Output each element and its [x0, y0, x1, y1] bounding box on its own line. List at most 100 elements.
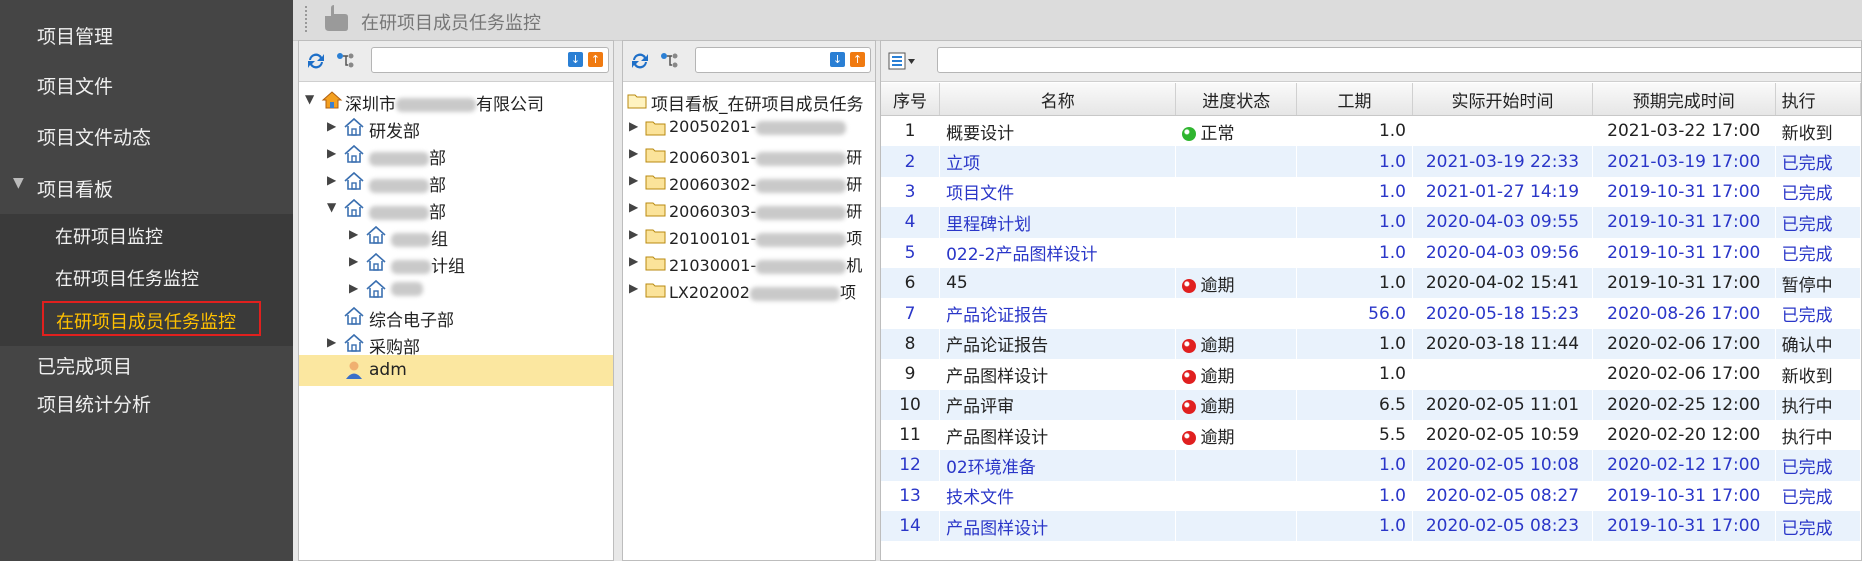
cell-status: 逾期 [1176, 420, 1297, 450]
org-tree-panel: ↓ ↑ ▼ 深圳市 有限公司 ▶ 研发部 ▶ 部 ▶ 部 ▼ 部 ▶ 组 ▶ 计组 ▶ 综合电子部 ▶ 采购部 adm [298, 40, 614, 561]
cell-duration: 1.0 [1378, 181, 1406, 202]
cell-status [1176, 481, 1297, 511]
company-icon [321, 91, 343, 109]
cell-no: 6 [881, 267, 940, 299]
cell-no: 11 [899, 425, 921, 446]
col-header-duration[interactable]: 工期 [1296, 83, 1413, 116]
cell-start: 2020-02-05 10:59 [1425, 425, 1580, 446]
table-row[interactable]: 9 产品图样设计 逾期 1.0 2020-02-06 17:00 新收到 [881, 359, 1861, 389]
table-row[interactable]: 6 45 逾期 1.0 2020-04-02 15:41 2019-10-31 17:00… [881, 267, 1861, 299]
nav-sub-member-task-monitor[interactable]: 在研项目成员任务监控 [42, 301, 261, 336]
folder-code: 20060301- [669, 148, 757, 167]
cell-status [1175, 207, 1297, 238]
expand-arrow-icon[interactable]: ▶ [327, 335, 336, 349]
cell-duration: 56.0 [1368, 303, 1406, 324]
column-menu-icon[interactable] [887, 50, 917, 72]
nav-sub-project-monitor[interactable]: 在研项目监控 [0, 216, 293, 254]
expand-arrow-icon[interactable]: ▶ [327, 146, 336, 160]
col-header-start[interactable]: 实际开始时间 [1412, 83, 1593, 116]
cell-name: 02环境准备 [939, 450, 1176, 481]
arrow-down-icon[interactable]: ↓ [568, 52, 583, 67]
nav-sub-task-monitor[interactable]: 在研项目任务监控 [0, 258, 293, 296]
expand-arrow-icon[interactable]: ▶ [349, 281, 358, 295]
cell-no: 7 [904, 303, 916, 324]
expand-arrow-icon[interactable]: ▶ [349, 254, 358, 268]
org-toolbar: ↓ ↑ [299, 41, 613, 82]
hierarchy-icon[interactable] [335, 50, 357, 72]
nav-item-project-management[interactable]: 项目管理 [37, 22, 113, 49]
cell-due: 2020-02-25 12:00 [1592, 389, 1776, 420]
department-icon [344, 171, 364, 190]
table-row[interactable]: 11 产品图样设计 逾期 5.5 2020-02-05 10:59 2020-02-20 … [881, 420, 1861, 450]
department-icon [344, 333, 364, 352]
arrow-up-icon[interactable]: ↑ [588, 52, 603, 67]
cell-status [1175, 450, 1297, 481]
hierarchy-icon[interactable] [659, 50, 681, 72]
expand-arrow-icon[interactable]: ▶ [629, 254, 638, 268]
table-search-input[interactable] [937, 47, 1861, 73]
folder-icon [645, 121, 666, 136]
cell-status [1176, 177, 1297, 207]
cell-start: 2020-02-05 11:01 [1412, 389, 1593, 420]
folder-icon [645, 283, 666, 298]
expand-arrow-icon[interactable]: ▶ [327, 119, 336, 133]
nav-item-project-file-activity[interactable]: 项目文件动态 [37, 123, 151, 150]
col-header-no[interactable]: 序号 [881, 83, 941, 116]
status-label: 正常 [1200, 123, 1235, 144]
table-row[interactable]: 12 02环境准备 1.0 2020-02-05 10:08 2020-02-12 17… [881, 450, 1861, 481]
table-row[interactable]: 5 022-2产品图样设计 1.0 2020-04-03 09:56 2019-10-3… [881, 238, 1861, 268]
collapse-arrow-icon[interactable]: ▼ [305, 92, 314, 106]
arrow-down-icon[interactable]: ↓ [830, 52, 845, 67]
department-icon [366, 225, 386, 244]
cell-no: 9 [904, 364, 916, 385]
table-row[interactable]: 4 里程碑计划 1.0 2020-04-03 09:55 2019-10-31 17:0… [881, 207, 1861, 238]
expand-arrow-icon[interactable]: ▶ [349, 227, 358, 241]
expand-arrow-icon[interactable]: ▶ [327, 173, 336, 187]
cell-start: 2021-03-19 22:33 [1412, 146, 1593, 177]
folder-icon [645, 229, 666, 244]
table-row[interactable]: 10 产品评审 逾期 6.5 2020-02-05 11:01 2020-02-25 12… [881, 389, 1861, 420]
col-header-status[interactable]: 进度状态 [1175, 83, 1298, 116]
cell-due: 2020-08-26 17:00 [1607, 303, 1761, 324]
expand-arrow-icon[interactable]: ▶ [629, 281, 638, 295]
cell-status [1175, 511, 1297, 542]
title-bar: 在研项目成员任务监控 [293, 0, 1862, 41]
expand-arrow-icon[interactable]: ▶ [629, 200, 638, 214]
expand-arrow-icon[interactable]: ▶ [629, 146, 638, 160]
nav-item-statistics[interactable]: 项目统计分析 [37, 390, 151, 417]
org-search-input[interactable]: ↓ ↑ [371, 47, 609, 73]
expand-arrow-icon[interactable]: ▶ [629, 119, 638, 133]
table-row[interactable]: 7 产品论证报告 56.0 2020-05-18 15:23 2020-08-26 17… [881, 298, 1861, 328]
col-header-exec[interactable]: 执行 [1775, 83, 1861, 116]
expand-arrow-icon[interactable]: ▶ [629, 173, 638, 187]
table-row[interactable]: 13 技术文件 1.0 2020-02-05 08:27 2019-10-31 17:0… [881, 481, 1861, 511]
table-row[interactable]: 2 立项 1.0 2021-03-19 22:33 2021-03-19 17:00 已完… [881, 146, 1861, 177]
project-search-input[interactable]: ↓ ↑ [695, 47, 871, 73]
nav-item-completed-projects[interactable]: 已完成项目 [37, 352, 132, 379]
table-row[interactable]: 3 项目文件 1.0 2021-01-27 14:19 2019-10-31 17:00… [881, 177, 1861, 207]
refresh-icon[interactable] [305, 50, 327, 72]
collapse-arrow-icon[interactable]: ▼ [327, 200, 336, 214]
expand-arrow-icon[interactable]: ▶ [629, 227, 638, 241]
status-label: 逾期 [1200, 397, 1235, 418]
col-header-due[interactable]: 预期完成时间 [1592, 83, 1776, 116]
table-row[interactable]: 1 概要设计 正常 1.0 2021-03-22 17:00 新收到 [881, 116, 1861, 147]
cell-name: 立项 [939, 146, 1176, 177]
cell-duration: 1.0 [1378, 364, 1406, 385]
cell-name: 产品图样设计 [946, 366, 1049, 387]
nav-group-project-board[interactable]: ▼ 项目看板 [0, 170, 293, 206]
cell-status [1175, 146, 1297, 177]
table-row[interactable]: 8 产品论证报告 逾期 1.0 2020-03-18 11:44 2020-02-06 1… [881, 328, 1861, 360]
cell-no: 8 [881, 328, 940, 360]
project-folder[interactable]: ▶ LX202002 项 [623, 274, 875, 305]
task-table: 序号 名称 进度状态 工期 实际开始时间 预期完成时间 执行 1 概要设计 正常 1.… [881, 83, 1861, 542]
cell-duration: 1.0 [1296, 511, 1413, 542]
tree-node-user-adm[interactable]: adm [299, 355, 613, 386]
nav-item-project-files[interactable]: 项目文件 [37, 72, 113, 99]
table-row[interactable]: 14 产品图样设计 1.0 2020-02-05 08:23 2019-10-31 17… [881, 511, 1861, 542]
blurred-text [756, 151, 847, 166]
arrow-up-icon[interactable]: ↑ [850, 52, 865, 67]
cell-status: 逾期 [1175, 328, 1297, 360]
col-header-name[interactable]: 名称 [939, 83, 1177, 116]
refresh-icon[interactable] [629, 50, 651, 72]
